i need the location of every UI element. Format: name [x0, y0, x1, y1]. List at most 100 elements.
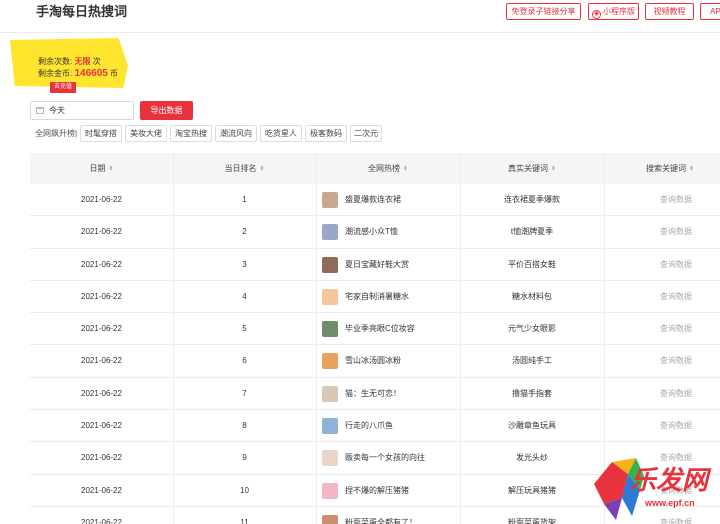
- export-data-button[interactable]: 导出数据: [140, 101, 193, 120]
- watermark-url: www.epf.cn: [645, 498, 695, 508]
- remaining-coins: 剩余金币: 146605 币: [38, 68, 118, 79]
- cell-date: 2021-06-22: [81, 356, 122, 366]
- cell-rank: 11: [240, 517, 249, 524]
- tag-foodie[interactable]: 吃货星人: [260, 125, 302, 142]
- query-data-link[interactable]: 查询数据: [604, 281, 720, 313]
- cell-rank: 9: [242, 453, 247, 463]
- cell-rank: 6: [242, 356, 247, 366]
- cell-rank: 7: [242, 388, 247, 398]
- cell-real-keyword: 汤圆纯手工: [512, 356, 552, 366]
- remaining-count: 剩余次数: 无限 次: [38, 56, 101, 67]
- cell-hot-topic[interactable]: 雪山冰汤圆冰粉: [345, 345, 401, 377]
- cell-hot-topic[interactable]: 捏不爆的解压猪猪: [345, 475, 409, 507]
- cell-date: 2021-06-22: [81, 324, 122, 334]
- tag-taobao-hot[interactable]: 淘宝热搜: [170, 125, 212, 142]
- product-thumbnail: [322, 482, 338, 499]
- table-row: 2021-06-22 5 毕业季亮眼C位妆容 元气少女眼影 查询数据: [30, 313, 720, 346]
- recharge-button[interactable]: 去充值: [50, 82, 76, 93]
- remaining-coins-value: 146605: [74, 68, 108, 79]
- product-thumbnail: [322, 418, 338, 435]
- remaining-count-label: 剩余次数:: [38, 57, 75, 66]
- share-link-button[interactable]: 免登录子链接分享: [506, 3, 581, 20]
- table-row: 2021-06-22 4 宅家自制消暑糖水 糖水材料包 查询数据: [30, 281, 720, 314]
- query-data-link[interactable]: 查询数据: [604, 345, 720, 377]
- table-row: 2021-06-22 7 猫：生无可恋！ 撸猫手指套 查询数据: [30, 378, 720, 411]
- cell-hot-topic[interactable]: 猫：生无可恋！: [345, 378, 401, 410]
- remaining-count-unit: 次: [90, 57, 101, 66]
- column-divider: [173, 153, 174, 524]
- sort-icon: ▲ ▼: [259, 163, 265, 173]
- query-data-link[interactable]: 查询数据: [604, 410, 720, 442]
- product-thumbnail: [322, 256, 338, 273]
- query-data-link[interactable]: 查询数据: [604, 184, 720, 216]
- query-data-link[interactable]: 查询数据: [604, 249, 720, 281]
- api-label: AP: [710, 7, 720, 16]
- date-value: 今天: [49, 106, 65, 115]
- cell-rank: 4: [242, 291, 247, 301]
- cell-real-keyword: 粉面菜蛋货架: [508, 517, 556, 524]
- cell-hot-topic[interactable]: 潮流感小众T恤: [345, 216, 398, 248]
- cell-real-keyword: 撸猫手指套: [512, 388, 552, 398]
- cell-real-keyword: 解压玩具猪猪: [508, 485, 556, 495]
- column-date-label: 日期: [89, 164, 106, 173]
- sort-icon: ▲ ▼: [403, 163, 408, 173]
- cell-rank: 1: [242, 195, 247, 204]
- column-real-keyword-label: 真实关键词: [508, 164, 548, 173]
- cell-rank: 3: [242, 259, 247, 269]
- cell-rank: 5: [242, 324, 247, 334]
- column-real-keyword[interactable]: 真实关键词 ▲ ▼: [460, 153, 604, 184]
- cell-real-keyword: 糖水材料包: [512, 291, 552, 301]
- table-row: 2021-06-22 3 夏日宝藏好鞋大赏 平价百搭女鞋 查询数据: [30, 249, 720, 281]
- cell-date: 2021-06-22: [81, 453, 122, 463]
- table-row: 2021-06-22 1 盛夏爆款连衣裙 连衣裙夏季爆款 查询数据: [30, 184, 720, 217]
- tag-fashion[interactable]: 时髦穿搭: [80, 125, 122, 142]
- product-thumbnail: [322, 514, 338, 524]
- cell-hot-topic[interactable]: 毕业季亮眼C位妆容: [345, 313, 415, 345]
- table-row: 2021-06-22 2 潮流感小众T恤 t恤潮牌夏季 查询数据: [30, 216, 720, 249]
- mini-program-button[interactable]: ◉ 小程序版: [588, 3, 639, 20]
- cell-real-keyword: 沙雕章鱼玩具: [508, 421, 556, 431]
- cell-rank: 8: [242, 421, 247, 431]
- date-picker[interactable]: 今天: [30, 101, 134, 120]
- cell-hot-topic[interactable]: 贩卖每一个女孩的向往: [345, 442, 425, 474]
- mini-program-label: 小程序版: [603, 7, 635, 16]
- sort-icon: ▲ ▼: [551, 163, 556, 173]
- tag-anime[interactable]: 二次元: [350, 125, 382, 142]
- query-data-link[interactable]: 查询数据: [604, 313, 720, 345]
- cell-real-keyword: 平价百搭女鞋: [508, 259, 556, 269]
- column-search-keyword[interactable]: 搜索关键词 ▲ ▼: [604, 153, 720, 184]
- column-date[interactable]: 日期 ▲ ▼: [30, 153, 173, 184]
- query-data-link[interactable]: 查询数据: [604, 216, 720, 248]
- page-title: 手淘每日热搜词: [36, 4, 128, 19]
- cell-date: 2021-06-22: [81, 227, 122, 237]
- column-rank[interactable]: 当日排名 ▲ ▼: [173, 153, 316, 184]
- cell-hot-topic[interactable]: 宅家自制消暑糖水: [345, 281, 409, 313]
- product-thumbnail: [322, 450, 338, 467]
- sort-icon: ▲ ▼: [108, 163, 114, 173]
- cell-date: 2021-06-22: [81, 485, 122, 495]
- cell-hot-topic[interactable]: 行走的八爪鱼: [345, 410, 393, 442]
- column-hot-list[interactable]: 全网热榜 ▲ ▼: [316, 153, 460, 184]
- cell-hot-topic[interactable]: 盛夏爆款连衣裙: [345, 184, 401, 216]
- tag-digital[interactable]: 极客数码: [305, 125, 347, 142]
- cell-real-keyword: 元气少女眼影: [508, 324, 556, 334]
- video-tutorial-button[interactable]: 视频教程: [645, 3, 694, 20]
- tag-trend[interactable]: 潮流风向: [215, 125, 257, 142]
- column-divider: [460, 153, 461, 524]
- product-thumbnail: [322, 288, 338, 305]
- video-tutorial-label: 视频教程: [653, 7, 686, 16]
- tag-beauty[interactable]: 美妆大佬: [125, 125, 167, 142]
- query-data-link[interactable]: 查询数据: [604, 378, 720, 410]
- cell-hot-topic[interactable]: 夏日宝藏好鞋大赏: [345, 249, 409, 281]
- watermark-text: 乐发网: [630, 466, 709, 496]
- product-thumbnail: [322, 224, 338, 241]
- share-link-label: 免登录子链接分享: [511, 7, 576, 16]
- cell-date: 2021-06-22: [81, 388, 122, 398]
- cell-date: 2021-06-22: [81, 517, 122, 524]
- mini-program-icon: ◉: [592, 10, 601, 19]
- table-row: 2021-06-22 6 雪山冰汤圆冰粉 汤圆纯手工 查询数据: [30, 345, 720, 378]
- api-button[interactable]: AP: [700, 3, 720, 20]
- cell-rank: 2: [242, 227, 247, 237]
- cell-hot-topic[interactable]: 粉面菜蛋全都有了！: [345, 507, 417, 524]
- column-hot-list-label: 全网热榜: [368, 164, 400, 173]
